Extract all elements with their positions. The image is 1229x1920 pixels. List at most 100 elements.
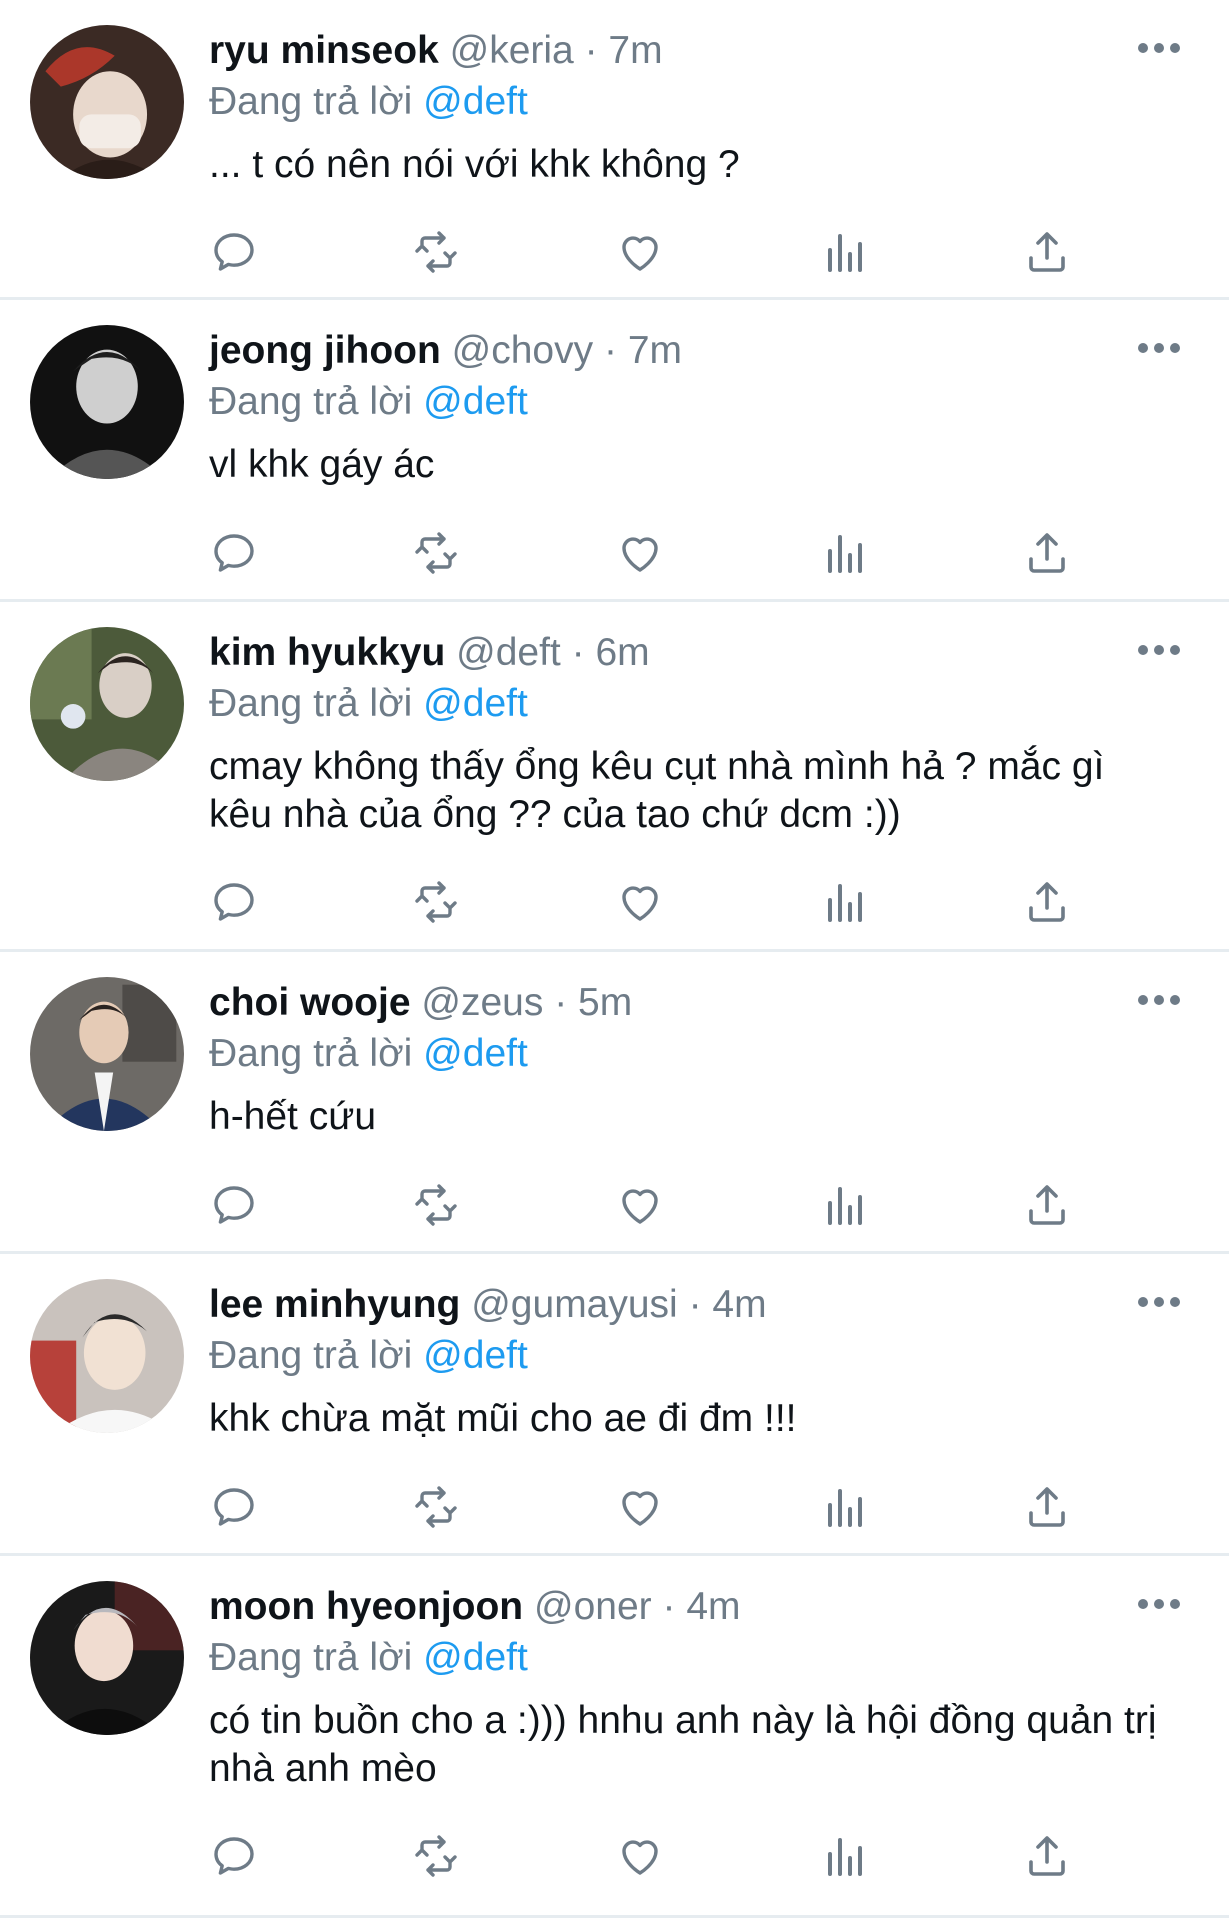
more-button[interactable] xyxy=(1134,980,1184,1020)
reply-mention-link[interactable]: @deft xyxy=(423,682,528,725)
avatar[interactable] xyxy=(30,1581,184,1735)
analytics-button[interactable] xyxy=(819,1180,869,1230)
share-button[interactable] xyxy=(1022,227,1072,277)
avatar[interactable] xyxy=(30,25,184,179)
more-icon xyxy=(1138,343,1180,353)
reply-mention-link[interactable]: @deft xyxy=(423,1334,528,1377)
tweet-header: moon hyeonjoon @oner · 4m xyxy=(209,1581,1169,1633)
replying-to: Đang trả lời @deft xyxy=(209,1632,1169,1684)
retweet-button[interactable] xyxy=(411,877,461,927)
user-handle[interactable]: @gumayusi xyxy=(471,1283,678,1326)
avatar[interactable] xyxy=(30,627,184,781)
action-bar xyxy=(209,1482,1109,1532)
replying-to: Đang trả lời @deft xyxy=(209,678,1169,730)
tweet[interactable]: ryu minseok @keria · 7m Đang trả lời @de… xyxy=(0,0,1229,300)
more-button[interactable] xyxy=(1134,630,1184,670)
user-handle[interactable]: @chovy xyxy=(452,329,593,372)
retweet-button[interactable] xyxy=(411,1180,461,1230)
tweet[interactable]: kim hyukkyu @deft · 6m Đang trả lời @def… xyxy=(0,602,1229,952)
avatar[interactable] xyxy=(30,325,184,479)
reply-mention-link[interactable]: @deft xyxy=(423,380,528,423)
display-name[interactable]: jeong jihoon xyxy=(209,329,441,372)
reply-button[interactable] xyxy=(209,528,259,578)
share-button[interactable] xyxy=(1022,1482,1072,1532)
display-name[interactable]: choi wooje xyxy=(209,981,411,1024)
replying-to-label: Đang trả lời xyxy=(209,380,413,423)
reply-icon xyxy=(214,534,254,572)
tweet-text: h-hết cứu xyxy=(209,1095,377,1138)
avatar[interactable] xyxy=(30,1279,184,1433)
more-button[interactable] xyxy=(1134,1584,1184,1624)
replying-to-label: Đang trả lời xyxy=(209,80,413,123)
reply-icon xyxy=(214,883,254,921)
retweet-button[interactable] xyxy=(411,1831,461,1881)
display-name[interactable]: moon hyeonjoon xyxy=(209,1585,523,1628)
tweet-text: có tin buồn cho a :))) hnhu anh này là h… xyxy=(209,1699,1157,1790)
analytics-button[interactable] xyxy=(819,877,869,927)
tweet-time[interactable]: 7m xyxy=(608,29,662,72)
separator-dot: · xyxy=(554,981,568,1024)
reply-mention-link[interactable]: @deft xyxy=(423,80,528,123)
retweet-button[interactable] xyxy=(411,1482,461,1532)
separator-dot: · xyxy=(662,1585,676,1628)
analytics-button[interactable] xyxy=(819,528,869,578)
share-button[interactable] xyxy=(1022,1831,1072,1881)
more-button[interactable] xyxy=(1134,1282,1184,1322)
avatar-image xyxy=(30,1279,184,1433)
share-button[interactable] xyxy=(1022,877,1072,927)
reply-mention-link[interactable]: @deft xyxy=(423,1636,528,1679)
reply-mention-link[interactable]: @deft xyxy=(423,1032,528,1075)
like-button[interactable] xyxy=(615,1831,665,1881)
share-button[interactable] xyxy=(1022,1180,1072,1230)
share-icon xyxy=(1029,533,1065,573)
tweet-time[interactable]: 5m xyxy=(578,981,632,1024)
more-button[interactable] xyxy=(1134,328,1184,368)
reply-button[interactable] xyxy=(209,877,259,927)
tweet-time[interactable]: 4m xyxy=(712,1283,766,1326)
tweet-time[interactable]: 6m xyxy=(595,631,649,674)
analytics-icon xyxy=(828,234,862,272)
analytics-button[interactable] xyxy=(819,1831,869,1881)
more-button[interactable] xyxy=(1134,28,1184,68)
retweet-button[interactable] xyxy=(411,528,461,578)
like-button[interactable] xyxy=(615,1482,665,1532)
tweet[interactable]: jeong jihoon @chovy · 7m Đang trả lời @d… xyxy=(0,300,1229,602)
tweet[interactable]: lee minhyung @gumayusi · 4m Đang trả lời… xyxy=(0,1254,1229,1556)
analytics-button[interactable] xyxy=(819,227,869,277)
tweet-time[interactable]: 4m xyxy=(686,1585,740,1628)
share-button[interactable] xyxy=(1022,528,1072,578)
reply-button[interactable] xyxy=(209,227,259,277)
reply-button[interactable] xyxy=(209,1831,259,1881)
tweet-time[interactable]: 7m xyxy=(628,329,682,372)
like-button[interactable] xyxy=(615,877,665,927)
reply-button[interactable] xyxy=(209,1482,259,1532)
replying-to-label: Đang trả lời xyxy=(209,1334,413,1377)
retweet-icon xyxy=(415,532,457,574)
separator-dot: · xyxy=(571,631,585,674)
user-handle[interactable]: @oner xyxy=(534,1585,652,1628)
analytics-button[interactable] xyxy=(819,1482,869,1532)
tweet[interactable]: moon hyeonjoon @oner · 4m Đang trả lời @… xyxy=(0,1556,1229,1918)
share-icon xyxy=(1029,1487,1065,1527)
tweet[interactable]: choi wooje @zeus · 5m Đang trả lời @deft… xyxy=(0,952,1229,1254)
reply-icon xyxy=(214,1186,254,1224)
reply-button[interactable] xyxy=(209,1180,259,1230)
analytics-icon xyxy=(828,1187,862,1225)
action-bar xyxy=(209,877,1109,927)
tweet-header: lee minhyung @gumayusi · 4m xyxy=(209,1279,1169,1331)
avatar[interactable] xyxy=(30,977,184,1131)
like-button[interactable] xyxy=(615,528,665,578)
user-handle[interactable]: @zeus xyxy=(421,981,543,1024)
display-name[interactable]: ryu minseok xyxy=(209,29,439,72)
display-name[interactable]: kim hyukkyu xyxy=(209,631,445,674)
like-button[interactable] xyxy=(615,227,665,277)
user-handle[interactable]: @deft xyxy=(456,631,561,674)
user-handle[interactable]: @keria xyxy=(450,29,574,72)
replying-to-label: Đang trả lời xyxy=(209,1636,413,1679)
retweet-button[interactable] xyxy=(411,227,461,277)
tweet-text: cmay không thấy ổng kêu cụt nhà mình hả … xyxy=(209,745,1105,836)
like-icon xyxy=(622,236,658,271)
display-name[interactable]: lee minhyung xyxy=(209,1283,460,1326)
like-icon xyxy=(622,537,658,572)
like-button[interactable] xyxy=(615,1180,665,1230)
